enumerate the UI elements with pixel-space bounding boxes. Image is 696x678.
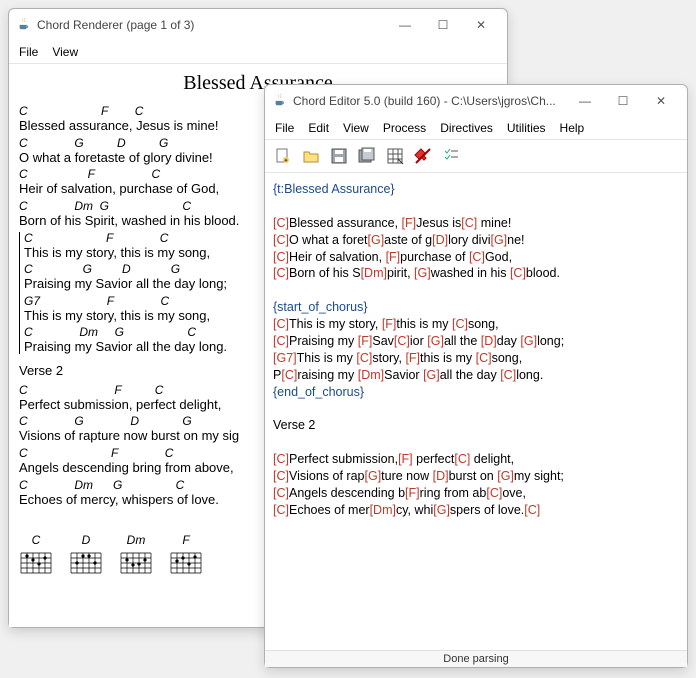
editor-line[interactable]: [C]Echoes of mer[Dm]cy, whi[G]spers of l… <box>273 502 679 519</box>
menu-file[interactable]: File <box>13 43 44 61</box>
grid-button[interactable] <box>383 144 407 168</box>
maximize-button[interactable]: ☐ <box>425 15 461 35</box>
editor-text-area[interactable]: {t:Blessed Assurance} [C]Blessed assuran… <box>265 173 687 650</box>
menu-process[interactable]: Process <box>377 119 432 137</box>
editor-line[interactable]: {start_of_chorus} <box>273 299 679 316</box>
menu-edit[interactable]: Edit <box>302 119 335 137</box>
editor-line[interactable]: [C]O what a foret[G]aste of g[D]lory div… <box>273 232 679 249</box>
menu-view[interactable]: View <box>337 119 375 137</box>
editor-line[interactable]: [C]Heir of salvation, [F]purchase of [C]… <box>273 249 679 266</box>
editor-line[interactable]: [C]Perfect submission,[F] perfect[C] del… <box>273 451 679 468</box>
renderer-titlebar[interactable]: Chord Renderer (page 1 of 3) — ☐ ✕ <box>9 9 507 41</box>
editor-line[interactable] <box>273 400 679 417</box>
chord-diagram: D <box>69 534 103 579</box>
menu-utilities[interactable]: Utilities <box>501 119 552 137</box>
editor-line[interactable]: [C]Blessed assurance, [F]Jesus is[C] min… <box>273 215 679 232</box>
java-icon <box>273 93 287 110</box>
close-button[interactable]: ✕ <box>643 91 679 111</box>
editor-line[interactable]: [C]This is my story, [F]this is my [C]so… <box>273 316 679 333</box>
editor-line[interactable]: P[C]raising my [Dm]Savior [G]all the day… <box>273 367 679 384</box>
editor-line[interactable] <box>273 198 679 215</box>
editor-line[interactable]: [C]Praising my [F]Sav[C]ior [G]all the [… <box>273 333 679 350</box>
pin-off-button[interactable] <box>411 144 435 168</box>
new-file-button[interactable]: ✳ <box>271 144 295 168</box>
java-icon <box>17 17 31 34</box>
minimize-button[interactable]: — <box>567 91 603 111</box>
open-file-button[interactable] <box>299 144 323 168</box>
checklist-button[interactable] <box>439 144 463 168</box>
renderer-menubar: File View <box>9 41 507 64</box>
chord-diagram: Dm <box>119 534 153 579</box>
editor-line[interactable] <box>273 434 679 451</box>
editor-toolbar: ✳ <box>265 140 687 173</box>
menu-view[interactable]: View <box>46 43 84 61</box>
editor-menubar: FileEditViewProcessDirectivesUtilitiesHe… <box>265 117 687 140</box>
save-all-button[interactable] <box>355 144 379 168</box>
renderer-title: Chord Renderer (page 1 of 3) <box>37 18 387 32</box>
editor-line[interactable]: [C]Angels descending b[F]ring from ab[C]… <box>273 485 679 502</box>
minimize-button[interactable]: — <box>387 15 423 35</box>
editor-titlebar[interactable]: Chord Editor 5.0 (build 160) - C:\Users\… <box>265 85 687 117</box>
chord-diagram: F <box>169 534 203 579</box>
maximize-button[interactable]: ☐ <box>605 91 641 111</box>
chord-diagram: C <box>19 534 53 579</box>
save-button[interactable] <box>327 144 351 168</box>
editor-line[interactable]: {end_of_chorus} <box>273 384 679 401</box>
menu-file[interactable]: File <box>269 119 300 137</box>
close-button[interactable]: ✕ <box>463 15 499 35</box>
status-bar: Done parsing <box>265 650 687 667</box>
editor-window: Chord Editor 5.0 (build 160) - C:\Users\… <box>264 84 688 668</box>
editor-line[interactable] <box>273 282 679 299</box>
editor-title: Chord Editor 5.0 (build 160) - C:\Users\… <box>293 94 567 108</box>
menu-help[interactable]: Help <box>554 119 591 137</box>
svg-text:✳: ✳ <box>284 158 288 164</box>
editor-line[interactable]: {t:Blessed Assurance} <box>273 181 679 198</box>
editor-line[interactable]: [G7]This is my [C]story, [F]this is my [… <box>273 350 679 367</box>
editor-line[interactable]: [C]Born of his S[Dm]pirit, [G]washed in … <box>273 265 679 282</box>
editor-line[interactable]: [C]Visions of rap[G]ture now [D]burst on… <box>273 468 679 485</box>
menu-directives[interactable]: Directives <box>434 119 499 137</box>
editor-line[interactable]: Verse 2 <box>273 417 679 434</box>
